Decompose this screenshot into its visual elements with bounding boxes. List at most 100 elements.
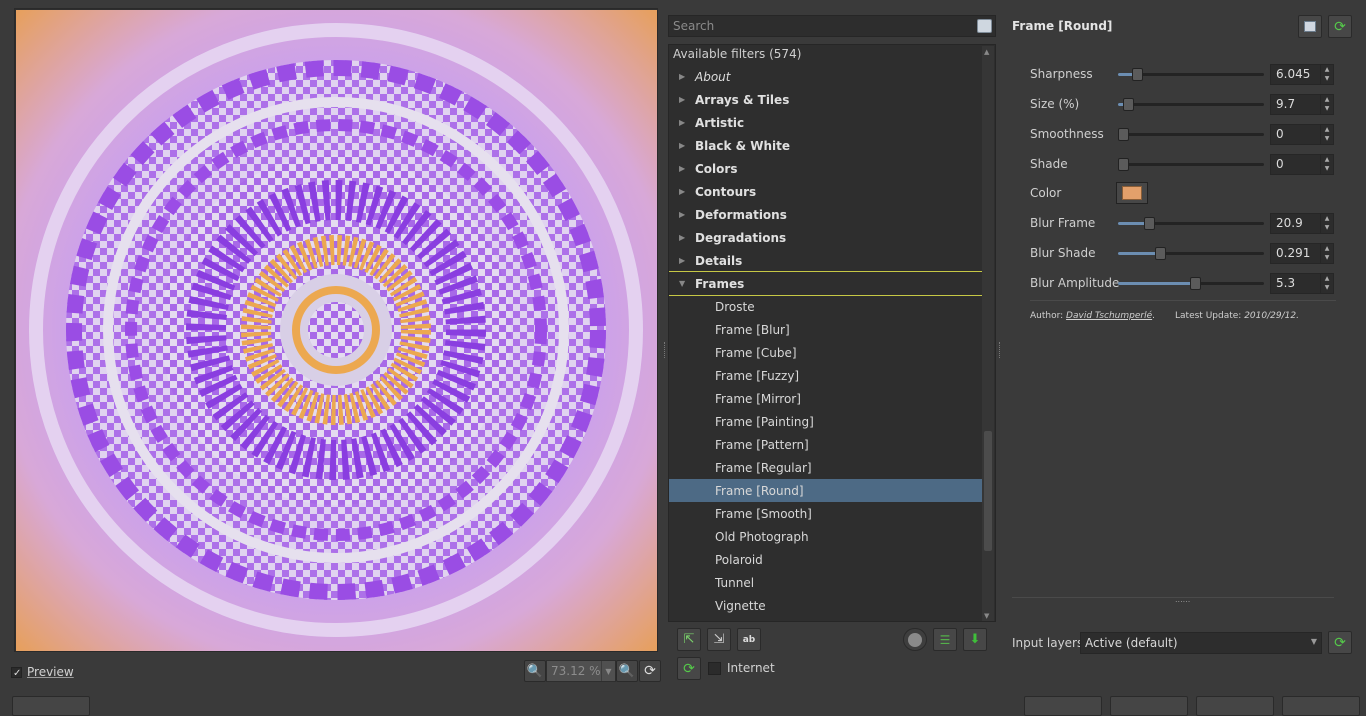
author-link[interactable]: David Tschumperlé xyxy=(1066,311,1152,321)
smoothness-spinbox[interactable]: 0 ▲ ▼ xyxy=(1270,124,1334,145)
refresh-preview-icon[interactable]: ⟳ xyxy=(639,660,661,682)
filter-item[interactable]: Droste xyxy=(669,295,983,318)
category-black-white[interactable]: ▶ Black & White xyxy=(669,134,983,157)
remove-favorite-icon[interactable]: ⇲ xyxy=(707,628,731,651)
blur-frame-slider[interactable] xyxy=(1118,217,1264,230)
category-colors[interactable]: ▶ Colors xyxy=(669,157,983,180)
filter-item[interactable]: Tunnel xyxy=(669,571,983,594)
apply-button[interactable] xyxy=(1196,696,1274,716)
internet-checkbox[interactable] xyxy=(708,661,721,675)
search-input[interactable]: Search xyxy=(668,15,996,37)
search-icon[interactable] xyxy=(977,19,992,33)
zoom-out-icon[interactable]: 🔍 xyxy=(524,660,546,682)
sharpness-slider[interactable] xyxy=(1118,68,1264,81)
category-frames[interactable]: ▼ Frames xyxy=(669,271,986,296)
spin-arrows-icon[interactable]: ▲ ▼ xyxy=(1320,274,1333,293)
color-picker-button[interactable] xyxy=(1116,182,1148,204)
expand-arrow-icon[interactable]: ▶ xyxy=(679,118,689,127)
expand-arrow-icon[interactable]: ▶ xyxy=(679,210,689,219)
internet-toggle[interactable]: Internet xyxy=(708,661,775,675)
param-smoothness[interactable]: Smoothness 0 ▲ ▼ xyxy=(1030,124,1336,145)
update-filters-icon[interactable]: ⟳ xyxy=(677,657,701,680)
category-contours[interactable]: ▶ Contours xyxy=(669,180,983,203)
param-blur-frame[interactable]: Blur Frame 20.9 ▲ ▼ xyxy=(1030,213,1336,234)
refresh-layers-icon[interactable]: ⟳ xyxy=(1328,631,1352,654)
size-spinbox[interactable]: 9.7 ▲ ▼ xyxy=(1270,94,1334,115)
filter-item[interactable]: Frame [Fuzzy] xyxy=(669,364,983,387)
filter-item[interactable]: Frame [Painting] xyxy=(669,410,983,433)
expand-arrow-icon[interactable]: ▶ xyxy=(679,164,689,173)
ok-button[interactable] xyxy=(1282,696,1360,716)
filter-item[interactable]: Frame [Regular] xyxy=(669,456,983,479)
preview-checkbox[interactable] xyxy=(11,666,22,678)
filter-item[interactable]: Vignette xyxy=(669,594,983,617)
expand-arrow-icon[interactable]: ▶ xyxy=(679,187,689,196)
param-blur-amplitude[interactable]: Blur Amplitude 5.3 ▲ ▼ xyxy=(1030,273,1336,294)
scroll-up-icon[interactable]: ▲ xyxy=(984,48,989,56)
splitter-handle[interactable] xyxy=(999,342,1002,358)
blur-amplitude-slider[interactable] xyxy=(1118,277,1264,290)
scroll-down-icon[interactable]: ▼ xyxy=(984,612,989,620)
copy-to-clipboard-icon[interactable] xyxy=(1298,15,1322,38)
shade-slider[interactable] xyxy=(1118,158,1264,171)
param-blur-shade[interactable]: Blur Shade 0.291 ▲ ▼ xyxy=(1030,243,1336,264)
category-about[interactable]: ▶ About xyxy=(669,65,983,88)
filter-item-selected[interactable]: Frame [Round] xyxy=(669,479,983,502)
expand-arrow-icon[interactable]: ▶ xyxy=(679,95,689,104)
zoom-combo[interactable]: 73.12 % ▼ xyxy=(546,660,616,682)
spin-arrows-icon[interactable]: ▲ ▼ xyxy=(1320,65,1333,84)
preview-toggle[interactable]: Preview xyxy=(11,664,74,680)
filter-item[interactable]: Frame [Cube] xyxy=(669,341,983,364)
input-layers-select[interactable]: Active (default) ▼ xyxy=(1080,632,1322,654)
spin-arrows-icon[interactable]: ▲ ▼ xyxy=(1320,244,1333,263)
filter-item[interactable]: Frame [Pattern] xyxy=(669,433,983,456)
rename-favorite-icon[interactable]: ab xyxy=(737,628,761,651)
spin-arrows-icon[interactable]: ▲ ▼ xyxy=(1320,155,1333,174)
reset-parameters-icon[interactable]: ⟳ xyxy=(1328,15,1352,38)
fullscreen-button[interactable] xyxy=(1110,696,1188,716)
spin-arrows-icon[interactable]: ▲ ▼ xyxy=(1320,95,1333,114)
resize-grip[interactable]: ...... xyxy=(1175,595,1190,604)
chevron-down-icon[interactable]: ▼ xyxy=(1311,637,1317,646)
expand-collapse-icon[interactable]: ☰ xyxy=(933,628,957,651)
filter-item[interactable]: Polaroid xyxy=(669,548,983,571)
expand-arrow-icon[interactable]: ▶ xyxy=(679,141,689,150)
shade-spinbox[interactable]: 0 ▲ ▼ xyxy=(1270,154,1334,175)
filter-tree[interactable]: Available filters (574) ▶ About ▶ Arrays &… xyxy=(668,44,996,622)
category-degradations[interactable]: ▶ Degradations xyxy=(669,226,983,249)
spin-arrows-icon[interactable]: ▲ ▼ xyxy=(1320,125,1333,144)
spin-arrows-icon[interactable]: ▲ ▼ xyxy=(1320,214,1333,233)
sharpness-spinbox[interactable]: 6.045 ▲ ▼ xyxy=(1270,64,1334,85)
import-filters-icon[interactable]: ⬇ xyxy=(963,628,987,651)
blur-shade-slider[interactable] xyxy=(1118,247,1264,260)
param-size[interactable]: Size (%) 9.7 ▲ ▼ xyxy=(1030,94,1336,115)
category-details[interactable]: ▶ Details xyxy=(669,249,983,272)
expand-arrow-icon[interactable]: ▶ xyxy=(679,72,689,81)
category-arrays-tiles[interactable]: ▶ Arrays & Tiles xyxy=(669,88,983,111)
smoothness-slider[interactable] xyxy=(1118,128,1264,141)
category-deformations[interactable]: ▶ Deformations xyxy=(669,203,983,226)
expand-arrow-icon[interactable]: ▶ xyxy=(679,233,689,242)
splitter-handle[interactable] xyxy=(664,342,667,358)
visibility-icon[interactable] xyxy=(903,628,927,651)
filter-item[interactable]: Frame [Smooth] xyxy=(669,502,983,525)
category-artistic[interactable]: ▶ Artistic xyxy=(669,111,983,134)
scrollbar-thumb[interactable] xyxy=(984,431,992,551)
expand-arrow-icon[interactable]: ▶ xyxy=(679,256,689,265)
collapse-arrow-icon[interactable]: ▼ xyxy=(679,279,689,288)
tree-scrollbar[interactable]: ▲ ▼ xyxy=(982,46,994,621)
blur-frame-spinbox[interactable]: 20.9 ▲ ▼ xyxy=(1270,213,1334,234)
reset-button[interactable] xyxy=(1024,696,1102,716)
zoom-in-icon[interactable]: 🔍 xyxy=(616,660,638,682)
filter-item[interactable]: Frame [Blur] xyxy=(669,318,983,341)
filter-item[interactable]: Frame [Mirror] xyxy=(669,387,983,410)
blur-shade-spinbox[interactable]: 0.291 ▲ ▼ xyxy=(1270,243,1334,264)
settings-button[interactable] xyxy=(12,696,90,716)
param-sharpness[interactable]: Sharpness 6.045 ▲ ▼ xyxy=(1030,64,1336,85)
add-favorite-icon[interactable]: ⇱ xyxy=(677,628,701,651)
param-shade[interactable]: Shade 0 ▲ ▼ xyxy=(1030,154,1336,175)
filter-item[interactable]: Old Photograph xyxy=(669,525,983,548)
size-slider[interactable] xyxy=(1118,98,1264,111)
blur-amplitude-spinbox[interactable]: 5.3 ▲ ▼ xyxy=(1270,273,1334,294)
chevron-down-icon[interactable]: ▼ xyxy=(601,661,615,681)
